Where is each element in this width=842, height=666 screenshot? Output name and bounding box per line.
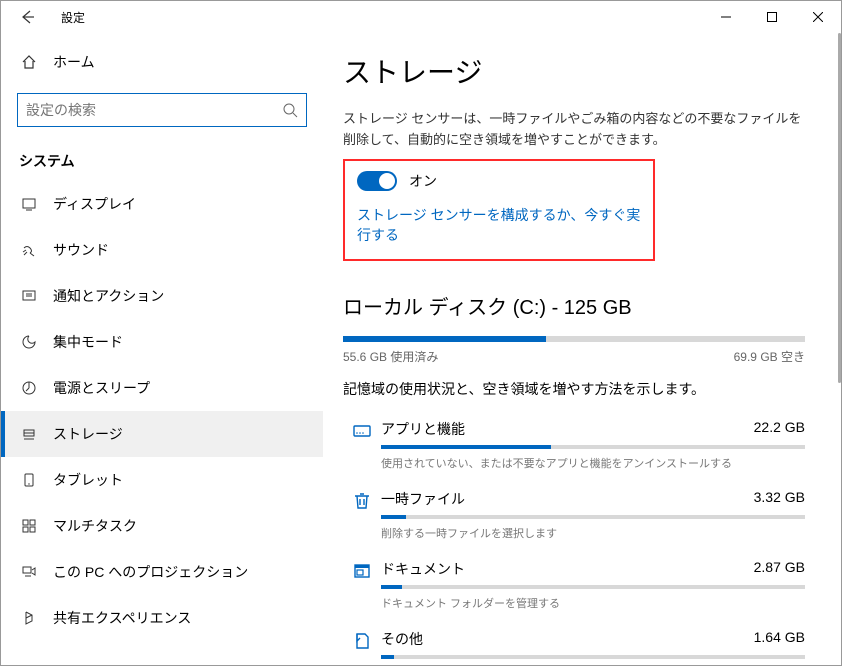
nav-icon [19, 288, 39, 304]
titlebar: 設定 [1, 1, 841, 33]
storage-name: その他 [381, 629, 423, 649]
minimize-icon [721, 12, 731, 22]
close-button[interactable] [795, 1, 841, 33]
nav-icon [19, 380, 39, 396]
nav-item-0[interactable]: ディスプレイ [1, 181, 323, 227]
nav-label: この PC へのプロジェクション [53, 562, 248, 582]
nav-label: マルチタスク [53, 516, 137, 536]
storage-item[interactable]: ドキュメント 2.87 GB ドキュメント フォルダーを管理する [343, 559, 805, 611]
storage-category-icon [343, 559, 381, 611]
minimize-button[interactable] [703, 1, 749, 33]
storage-hint: ドキュメント フォルダーを管理する [381, 595, 805, 611]
search-input[interactable] [26, 102, 266, 118]
maximize-button[interactable] [749, 1, 795, 33]
nav-label: 通知とアクション [53, 286, 164, 306]
sidebar: ホーム システム ディスプレイサウンド通知とアクション集中モード電源とスリープス… [1, 33, 323, 665]
disk-usage-bar [343, 336, 805, 342]
nav-icon [19, 472, 39, 488]
highlight-box: オン ストレージ センサーを構成するか、今すぐ実行する [343, 159, 655, 261]
toggle-state-label: オン [409, 171, 437, 191]
close-icon [813, 12, 823, 22]
nav-icon [19, 242, 39, 258]
nav-icon [19, 334, 39, 350]
nav-label: 電源とスリープ [53, 378, 150, 398]
storage-size: 22.2 GB [754, 419, 805, 439]
storage-category-icon [343, 419, 381, 471]
storage-name: 一時ファイル [381, 489, 465, 509]
usage-desc: 記憶域の使用状況と、空き領域を増やす方法を示します。 [343, 379, 805, 399]
category-header: システム [1, 137, 323, 181]
search-icon [282, 102, 298, 118]
nav-item-5[interactable]: ストレージ [1, 411, 323, 457]
storage-size: 2.87 GB [754, 559, 805, 579]
search-box[interactable] [17, 93, 307, 127]
disk-used-label: 55.6 GB 使用済み [343, 348, 438, 365]
nav-item-6[interactable]: タブレット [1, 457, 323, 503]
storage-category-icon [343, 629, 381, 665]
nav-icon [19, 426, 39, 442]
nav-label: ディスプレイ [53, 194, 136, 214]
nav-label: サウンド [53, 240, 109, 260]
nav-label: 共有エクスペリエンス [53, 608, 191, 628]
disk-free-label: 69.9 GB 空き [734, 348, 805, 365]
configure-link[interactable]: ストレージ センサーを構成するか、今すぐ実行する [357, 205, 641, 245]
storage-hint: 使用されていない、または不要なアプリと機能をアンインストールする [381, 455, 805, 471]
home-label: ホーム [53, 52, 95, 72]
window-title: 設定 [61, 9, 85, 26]
nav-icon [19, 518, 39, 534]
storage-bar [381, 515, 805, 519]
storage-bar [381, 655, 805, 659]
nav-label: タブレット [53, 470, 123, 490]
storage-sense-toggle[interactable] [357, 171, 397, 191]
back-arrow-icon [19, 9, 35, 25]
storage-category-icon [343, 489, 381, 541]
nav-icon [19, 564, 39, 580]
storage-name: アプリと機能 [381, 419, 465, 439]
disk-title: ローカル ディスク (C:) - 125 GB [343, 291, 805, 320]
nav-item-9[interactable]: 共有エクスペリエンス [1, 595, 323, 641]
storage-size: 1.64 GB [754, 629, 805, 649]
page-title: ストレージ [343, 51, 805, 91]
storage-size: 3.32 GB [754, 489, 805, 509]
storage-item[interactable]: その他1.64 GBその他の大きいフォルダーを管理する [343, 629, 805, 665]
nav-label: 集中モード [53, 332, 123, 352]
storage-name: ドキュメント [381, 559, 465, 579]
nav-label: ストレージ [53, 424, 123, 444]
storage-bar [381, 445, 805, 449]
home-link[interactable]: ホーム [1, 43, 323, 81]
nav-item-7[interactable]: マルチタスク [1, 503, 323, 549]
storage-sense-desc: ストレージ センサーは、一時ファイルやごみ箱の内容などの不要なファイルを削除して… [343, 109, 805, 151]
storage-item[interactable]: アプリと機能 22.2 GB 使用されていない、または不要なアプリと機能をアンインス… [343, 419, 805, 471]
nav-item-8[interactable]: この PC へのプロジェクション [1, 549, 323, 595]
storage-item[interactable]: 一時ファイル 3.32 GB 削除する一時ファイルを選択します [343, 489, 805, 541]
nav-item-4[interactable]: 電源とスリープ [1, 365, 323, 411]
nav-icon [19, 610, 39, 626]
back-button[interactable] [11, 1, 43, 33]
nav-item-1[interactable]: サウンド [1, 227, 323, 273]
scrollbar-thumb[interactable] [838, 33, 841, 383]
main-content: ストレージ ストレージ センサーは、一時ファイルやごみ箱の内容などの不要なファイ… [323, 33, 841, 665]
storage-hint: 削除する一時ファイルを選択します [381, 525, 805, 541]
home-icon [19, 54, 39, 70]
maximize-icon [767, 12, 777, 22]
nav-item-3[interactable]: 集中モード [1, 319, 323, 365]
nav-item-2[interactable]: 通知とアクション [1, 273, 323, 319]
storage-bar [381, 585, 805, 589]
nav-icon [19, 196, 39, 212]
